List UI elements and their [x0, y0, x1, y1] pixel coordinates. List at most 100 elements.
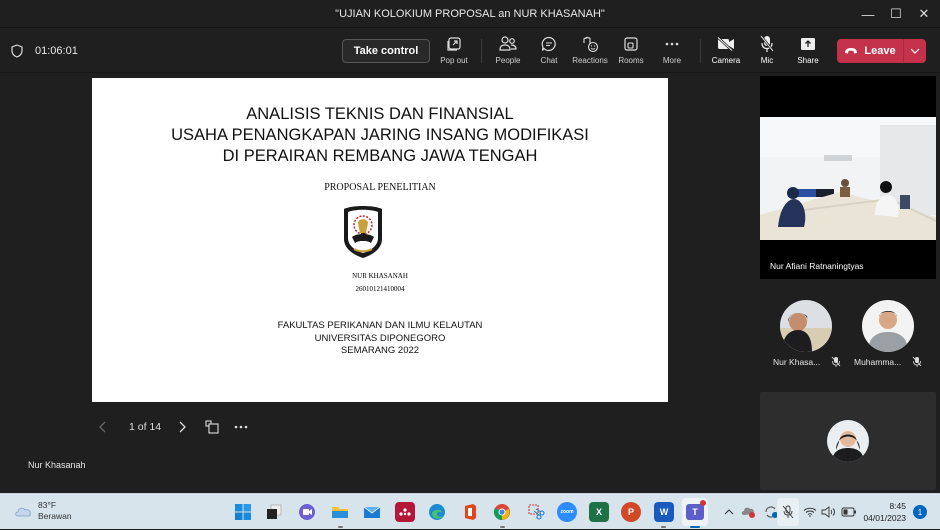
mic-off-icon [831, 356, 841, 367]
mic-muted-tray[interactable] [777, 498, 799, 526]
chat-button[interactable]: Chat [527, 35, 571, 69]
participant-tile[interactable]: Muhamma... [845, 294, 935, 374]
previous-slide-button[interactable] [98, 414, 108, 440]
battery-icon [841, 507, 856, 517]
clock-date: 04/01/2023 [863, 513, 906, 523]
rooms-button[interactable]: Rooms [609, 35, 653, 69]
clock-time: 8:45 [889, 501, 906, 511]
teams-app[interactable]: T [682, 498, 708, 526]
running-indicator [661, 526, 666, 528]
show-hidden-icons-button[interactable] [722, 494, 736, 530]
slide-title: ANALISIS TEKNIS DAN FINANSIAL USAHA PENA… [171, 105, 589, 165]
university-logo [344, 206, 382, 258]
self-view-tile[interactable] [760, 392, 936, 490]
close-button[interactable]: ✕ [909, 0, 939, 28]
camera-button[interactable]: Camera [704, 35, 748, 69]
hang-up-icon [845, 48, 858, 54]
notification-badge[interactable]: 1 [913, 505, 927, 519]
cloud-error-icon [741, 507, 755, 518]
people-button[interactable]: People [486, 35, 530, 69]
wifi-icon [803, 507, 817, 517]
wifi-status[interactable] [802, 494, 818, 530]
folder-icon [332, 507, 348, 518]
leave-options-dropdown[interactable] [904, 39, 926, 63]
mic-button[interactable]: Mic [745, 35, 789, 69]
toolbar-divider [700, 39, 701, 63]
more-button[interactable]: More [650, 35, 694, 69]
camera-off-icon [717, 35, 735, 53]
chevron-left-icon [99, 421, 106, 433]
slide-counter: 1 of 14 [129, 421, 162, 433]
participant-name: Nur Afiani Ratnaningtyas [770, 261, 864, 271]
participants-panel: Nur Afiani Ratnaningtyas Nur Khasa... Mu… [755, 74, 940, 493]
start-button[interactable] [233, 502, 253, 522]
windows-taskbar: 83°F Berawan zoom X P W T 8:45 04/01/202… [0, 493, 940, 529]
volume-control[interactable] [820, 494, 838, 530]
running-indicator [500, 526, 505, 528]
slide-subtitle: PROPOSAL PENELITIAN [324, 182, 436, 193]
chrome-app[interactable] [492, 502, 512, 522]
teams-chat-app[interactable] [297, 502, 317, 522]
shield-icon [11, 44, 23, 58]
participant-name: Muhamma... [854, 357, 902, 367]
participant-video-feed [760, 117, 936, 240]
slide-overview-button[interactable] [204, 414, 220, 440]
excel-app[interactable]: X [589, 502, 609, 522]
mic-off-icon [758, 35, 776, 53]
window-title: "UJIAN KOLOKIUM PROPOSAL an NUR KHASANAH… [335, 7, 605, 20]
student-id: 26010121410004 [355, 285, 405, 293]
rooms-icon [622, 35, 640, 53]
take-control-button[interactable]: Take control [342, 39, 430, 63]
mail-app[interactable] [362, 502, 382, 522]
office-app[interactable] [460, 502, 480, 522]
participant-tile[interactable]: Nur Khasa... [755, 294, 845, 374]
pop-out-icon [445, 35, 463, 53]
weather-widget[interactable]: 83°F Berawan [14, 500, 72, 522]
leave-button[interactable]: Leave [837, 39, 904, 63]
more-icon [663, 35, 681, 53]
share-button[interactable]: Share [786, 35, 830, 69]
participant-avatar [862, 300, 914, 352]
maximize-button[interactable]: ☐ [881, 0, 911, 28]
notification-dot [700, 500, 706, 506]
speaker-icon [821, 506, 835, 518]
meeting-timer: 01:06:01 [35, 45, 78, 57]
running-indicator [338, 526, 343, 528]
task-view-icon [267, 504, 282, 519]
pop-out-button[interactable]: Pop out [432, 35, 476, 69]
grid-view-icon [205, 420, 219, 434]
onedrive-status[interactable] [740, 494, 758, 530]
reactions-button[interactable]: Reactions [568, 35, 612, 69]
system-clock[interactable]: 8:45 04/01/2023 [858, 500, 906, 524]
word-app[interactable]: W [654, 502, 674, 522]
edge-app[interactable] [427, 502, 447, 522]
scissors-icon [528, 504, 545, 520]
title-bar: "UJIAN KOLOKIUM PROPOSAL an NUR KHASANAH… [0, 0, 940, 28]
shared-content-stage: ANALISIS TEKNIS DAN FINANSIAL USAHA PENA… [0, 74, 755, 493]
edge-icon [429, 504, 445, 520]
more-slide-options-button[interactable] [233, 414, 249, 440]
more-icon [234, 425, 248, 429]
windows-logo-icon [235, 504, 251, 520]
chevron-down-icon [910, 48, 920, 54]
presentation-slide: ANALISIS TEKNIS DAN FINANSIAL USAHA PENA… [92, 78, 668, 402]
chevron-right-icon [179, 421, 186, 433]
share-icon [799, 35, 817, 53]
task-view-button[interactable] [264, 502, 284, 522]
weather-temp: 83°F [38, 500, 57, 510]
mendeley-app[interactable] [395, 502, 415, 522]
battery-status[interactable] [840, 494, 858, 530]
video-tile[interactable]: Nur Afiani Ratnaningtyas [760, 76, 936, 279]
next-slide-button[interactable] [177, 414, 187, 440]
minimize-button[interactable]: — [853, 0, 883, 28]
institution-block: FAKULTAS PERIKANAN DAN ILMU KELAUTAN UNI… [277, 320, 483, 356]
participant-avatar [780, 300, 832, 352]
powerpoint-app[interactable]: P [621, 502, 641, 522]
snipping-tool-app[interactable] [526, 502, 546, 522]
mic-off-icon [912, 356, 922, 367]
zoom-app[interactable]: zoom [557, 502, 577, 522]
presenter-name: Nur Khasanah [28, 460, 86, 470]
chevron-up-icon [724, 509, 734, 515]
file-explorer-app[interactable] [330, 502, 350, 522]
teams-icon: T [686, 504, 704, 520]
